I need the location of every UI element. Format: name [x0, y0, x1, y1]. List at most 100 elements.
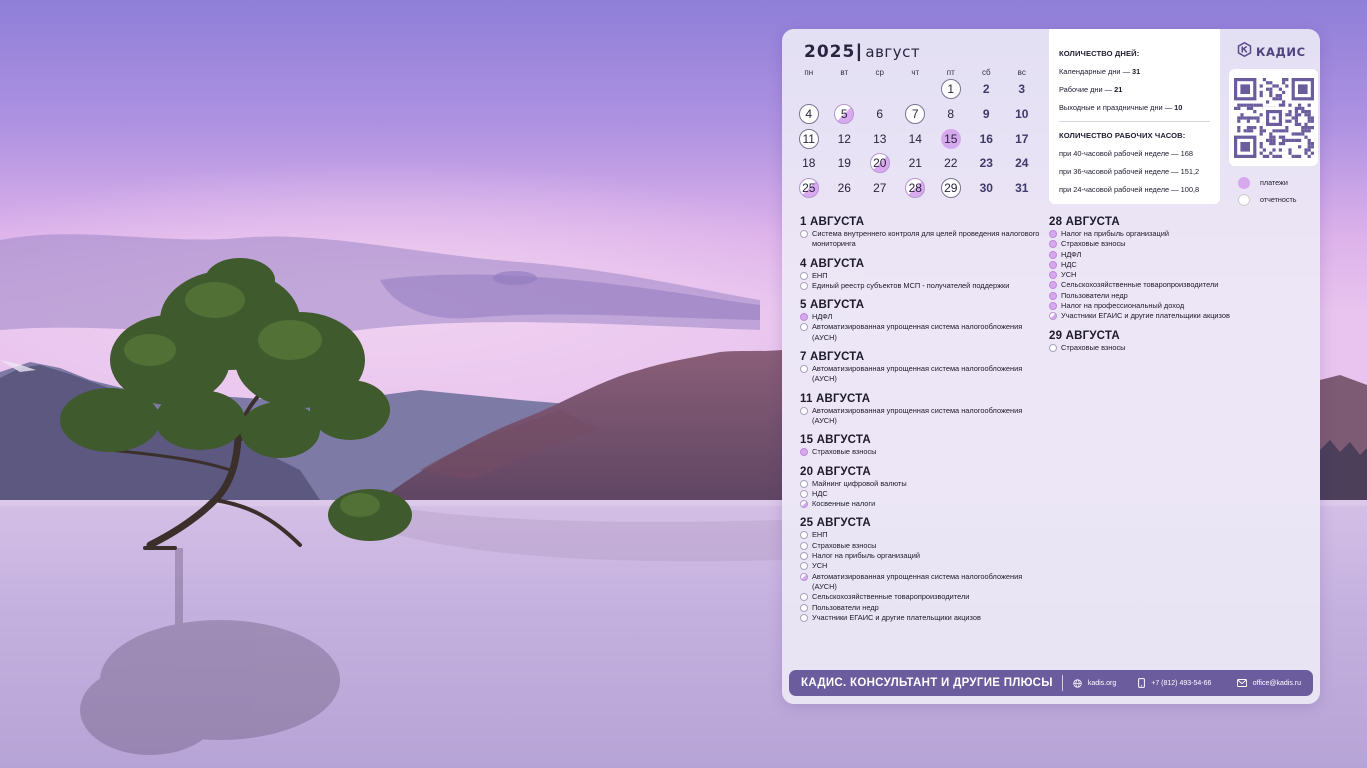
legend-payments: платежи — [1238, 174, 1297, 191]
calendar-day[interactable]: 23 — [976, 153, 996, 173]
calendar-day[interactable]: 14 — [905, 129, 925, 149]
calendar-day[interactable]: 8 — [941, 104, 961, 124]
event-group: 1 АВГУСТА Система внутреннего контроля дл… — [800, 216, 1045, 250]
event-date-heading: 7 АВГУСТА — [800, 351, 865, 364]
calendar-day[interactable]: 22 — [941, 153, 961, 173]
footer-site-text[interactable]: kadis.org — [1088, 680, 1116, 687]
calendar-cell: 11 — [791, 126, 827, 151]
info-divider — [1059, 121, 1210, 122]
calendar-year: 2025 — [804, 42, 856, 62]
event-item: Единый реестр субъектов МСП - получателе… — [800, 281, 1045, 291]
event-group: 11 АВГУСТА Автоматизированная упрощенная … — [800, 393, 1045, 427]
calendar-day[interactable]: 10 — [1012, 104, 1032, 124]
calendar-day[interactable]: 1 — [940, 79, 961, 100]
calendar-day[interactable]: 29 — [940, 178, 961, 199]
event-item-text: Налог на профессиональный доход — [1061, 301, 1185, 311]
calendar-day[interactable]: 3 — [1012, 79, 1032, 99]
payment-dot-icon — [1049, 291, 1057, 300]
event-group: 15 АВГУСТА Страховые взносы — [800, 434, 1045, 457]
calendar-day[interactable]: 7 — [905, 104, 926, 125]
report-dot-icon — [800, 281, 808, 290]
footer-phone-text[interactable]: +7 (812) 493-54-66 — [1151, 680, 1211, 687]
calendar-day[interactable]: 12 — [834, 129, 854, 149]
calendar-day[interactable]: 31 — [1012, 178, 1032, 198]
calendar-cell: 12 — [827, 126, 863, 151]
weekday-header: пн вт ср чт пт сб вс — [791, 68, 1040, 77]
footer-email-text[interactable]: office@kadis.ru — [1253, 680, 1301, 687]
payments-dot-icon — [1238, 176, 1250, 189]
event-item: Автоматизированная упрощенная система на… — [800, 406, 1045, 427]
month-stats-card: КОЛИЧЕСТВО ДНЕЙ: Календарные дни — 31 Ра… — [1049, 29, 1220, 204]
event-item: Налог на прибыль организаций — [800, 551, 1045, 561]
calendar-cell: 16 — [969, 126, 1005, 151]
calendar-day[interactable]: 2 — [976, 79, 996, 99]
calendar-day[interactable]: 24 — [1012, 153, 1032, 173]
calendar-day[interactable]: 27 — [870, 178, 890, 198]
qr-code-icon[interactable] — [1233, 77, 1314, 158]
payment-report-dot-icon — [1049, 312, 1057, 321]
event-date-heading: 1 АВГУСТА — [800, 216, 865, 228]
calendar-day[interactable]: 17 — [1012, 129, 1032, 149]
work-days-line: Рабочие дни — 21 — [1059, 85, 1123, 94]
calendar-day[interactable]: 6 — [870, 104, 890, 124]
kadis-logo-icon — [1237, 41, 1252, 62]
weekday-label: вт — [840, 68, 849, 77]
calendar-cell: 5 — [827, 102, 863, 127]
qr-code-card[interactable] — [1229, 69, 1318, 166]
calendar-empty-cell — [827, 77, 863, 102]
weekday-label: чт — [911, 68, 920, 77]
calendar-day[interactable]: 13 — [870, 129, 890, 149]
event-item-text: Косвенные налоги — [812, 499, 876, 509]
calendar-day[interactable]: 30 — [976, 178, 996, 198]
calendar-cell: 30 — [969, 176, 1005, 201]
calendar-day[interactable]: 4 — [798, 104, 819, 125]
event-date-heading: 28 АВГУСТА — [1049, 216, 1120, 228]
event-item: Страховые взносы — [800, 447, 1045, 457]
footer-email-link[interactable]: office@kadis.ru — [1236, 679, 1313, 687]
event-item-text: Страховые взносы — [812, 447, 877, 457]
holidays-value: 10 — [1174, 103, 1183, 112]
calendar-header: 2025 | август — [804, 41, 920, 62]
calendar-day[interactable]: 25 — [798, 178, 819, 199]
kadis-logo: КАДИС — [1237, 41, 1306, 62]
calendar-day[interactable]: 11 — [798, 128, 819, 149]
event-item: Участники ЕГАИС и другие плательщики акц… — [1049, 311, 1294, 321]
legend-reports: отчетность — [1238, 191, 1297, 208]
calendar-day[interactable]: 5 — [834, 104, 855, 125]
event-item-text: УСН — [1061, 270, 1077, 280]
calendar-day[interactable]: 9 — [976, 104, 996, 124]
footer-phone-link[interactable]: +7 (812) 493-54-66 — [1138, 678, 1211, 688]
events-column-left: 1 АВГУСТА Система внутреннего контроля дл… — [800, 216, 1045, 631]
calendar-cell: 17 — [1004, 126, 1040, 151]
calendar-empty-cell — [898, 77, 934, 102]
calendar-grid: 1 2 3 4 5 6 7 8 9 10 11 12 13 14 15 16 17 18 19 20 21 22 23 24 2… — [791, 77, 1040, 200]
event-item: НДФЛ — [1049, 250, 1294, 260]
payment-dot-icon — [800, 448, 808, 457]
calendar-day[interactable]: 16 — [976, 129, 996, 149]
legend-payments-label: платежи — [1260, 178, 1288, 187]
weekday-label: ср — [875, 68, 884, 77]
report-dot-icon — [800, 531, 808, 540]
calendar-cell: 24 — [1004, 151, 1040, 176]
calendar-day[interactable]: 19 — [834, 153, 854, 173]
event-item: НДС — [1049, 260, 1294, 270]
calendar-cell: 8 — [933, 102, 969, 127]
calendar-cell: 31 — [1004, 176, 1040, 201]
calendar-day[interactable]: 28 — [905, 178, 926, 199]
event-item-text: Налог на прибыль организаций — [812, 551, 921, 561]
calendar-day[interactable]: 21 — [905, 153, 925, 173]
event-item-text: Автоматизированная упрощенная система на… — [812, 364, 1023, 384]
calendar-day[interactable]: 15 — [940, 128, 961, 149]
event-item: Майнинг цифровой валюты — [800, 479, 1045, 489]
phone-icon — [1138, 678, 1146, 688]
calendar-cell: 4 — [791, 102, 827, 127]
days-count-title: КОЛИЧЕСТВО ДНЕЙ: — [1059, 49, 1140, 58]
calendar-days-line: Календарные дни — 31 — [1059, 67, 1141, 76]
calendar-day[interactable]: 20 — [869, 153, 890, 174]
calendar-cell: 20 — [862, 151, 898, 176]
calendar-day[interactable]: 26 — [834, 178, 854, 198]
report-dot-icon — [800, 479, 808, 488]
calendar-day[interactable]: 18 — [799, 153, 819, 173]
calendar-cell: 6 — [862, 102, 898, 127]
footer-site-link[interactable]: kadis.org — [1073, 678, 1116, 688]
